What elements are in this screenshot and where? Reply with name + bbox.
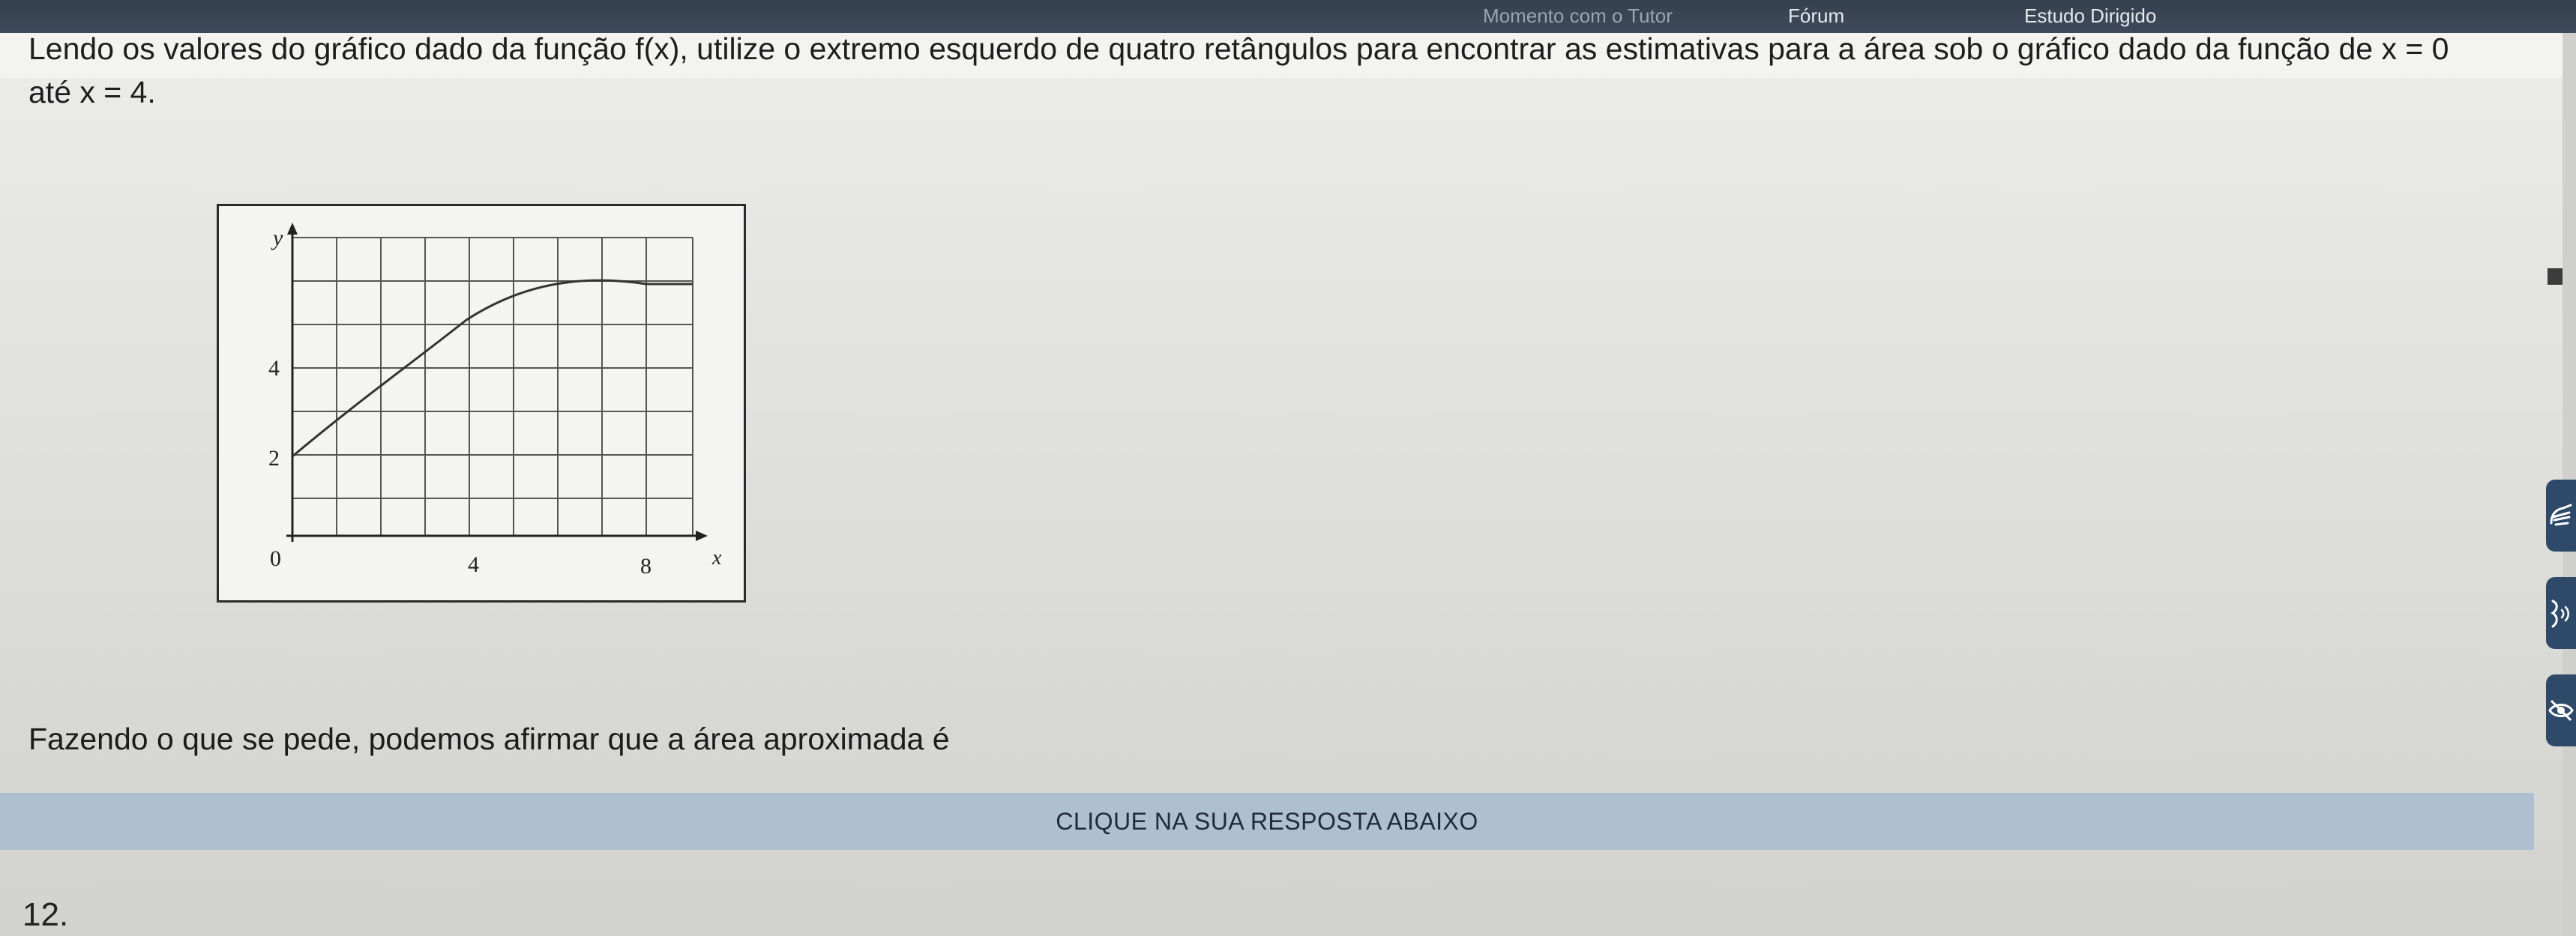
nav-tutor-link[interactable]: Momento com o Tutor — [1483, 4, 1673, 28]
sign-language-button[interactable] — [2546, 480, 2576, 552]
answer-prompt: Fazendo o que se pede, podemos afirmar q… — [28, 722, 950, 756]
y-axis-arrow — [287, 223, 298, 235]
y-tick-2: 2 — [268, 446, 280, 471]
audio-reader-button[interactable] — [2546, 577, 2576, 649]
top-navigation: Momento com o Tutor Fórum Estudo Dirigid… — [0, 0, 2576, 33]
sign-language-icon — [2548, 501, 2574, 531]
nav-study-link[interactable]: Estudo Dirigido — [2024, 4, 2156, 28]
x-tick-8: 8 — [640, 554, 651, 579]
toolbar-square-icon[interactable] — [2548, 268, 2563, 285]
graph-svg: y x 0 2 4 4 8 — [268, 223, 722, 579]
hide-content-icon — [2548, 699, 2574, 722]
x-axis-label: x — [711, 546, 722, 570]
y-tick-4: 4 — [268, 356, 280, 381]
y-axis-label: y — [271, 226, 283, 250]
nav-forum-link[interactable]: Fórum — [1788, 4, 1844, 28]
audio-reader-icon — [2548, 597, 2574, 629]
answer-banner: CLIQUE NA SUA RESPOSTA ABAIXO — [0, 793, 2534, 850]
x-tick-4: 4 — [468, 552, 479, 577]
hide-content-button[interactable] — [2546, 674, 2576, 746]
answer-option-number[interactable]: 12. — [22, 896, 68, 934]
question-text-line-2: até x = 4. — [28, 75, 156, 109]
function-graph: y x 0 2 4 4 8 — [217, 204, 746, 603]
answer-banner-label: CLIQUE NA SUA RESPOSTA ABAIXO — [1056, 808, 1478, 835]
x-axis-arrow — [696, 531, 708, 541]
question-text-line-1: Lendo os valores do gráfico dado da funç… — [28, 31, 2449, 66]
origin-label: 0 — [270, 546, 281, 571]
